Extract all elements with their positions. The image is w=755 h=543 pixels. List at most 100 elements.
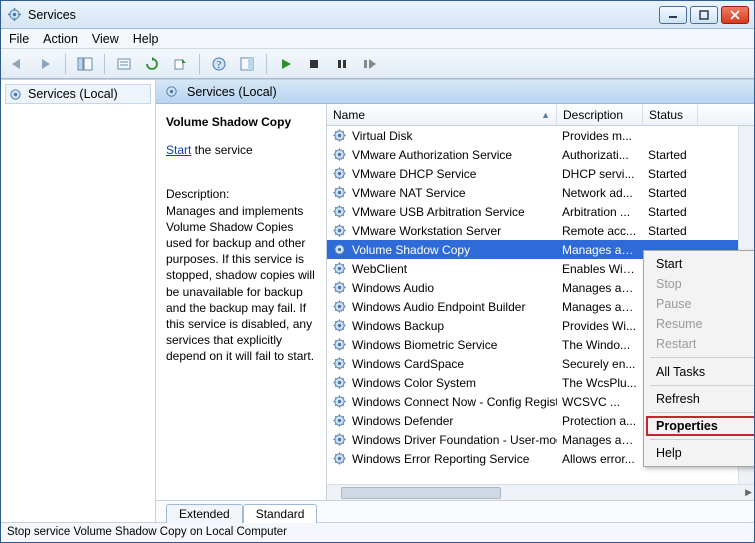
service-desc: Manages au... [557,281,643,295]
service-desc: The WcsPlu... [557,376,643,390]
ctx-pause: Pause [646,294,754,314]
service-name: Volume Shadow Copy [352,243,470,257]
service-desc: DHCP servi... [557,167,643,181]
ctx-all-tasks[interactable]: All Tasks▸ [646,361,754,382]
maximize-button[interactable] [690,6,718,24]
properties-toolbar-button[interactable] [113,53,135,75]
service-desc: Provides Wi... [557,319,643,333]
service-name: Windows Defender [352,414,453,428]
ctx-properties[interactable]: Properties [646,416,754,436]
app-icon [7,7,22,22]
service-icon [332,166,347,181]
service-info-panel: Volume Shadow Copy Start the service Des… [156,104,326,500]
service-status: Started [643,205,698,219]
menu-file[interactable]: File [9,32,29,46]
menu-help[interactable]: Help [133,32,159,46]
service-icon [332,204,347,219]
service-desc: Enables Win... [557,262,643,276]
pause-service-button[interactable] [331,53,353,75]
service-name: Windows Connect Now - Config Registrar [352,395,557,409]
tree-item-services-local[interactable]: Services (Local) [5,84,151,104]
col-header-name[interactable]: Name▲ [327,104,557,125]
main-body: Services (Local) Services (Local) Volume… [1,79,754,522]
service-name: Windows Driver Foundation - User-mode Dr… [352,433,557,447]
ctx-refresh[interactable]: Refresh [646,389,754,409]
svg-text:?: ? [217,60,222,71]
pane-header: Services (Local) [156,80,754,104]
service-icon [332,394,347,409]
service-row[interactable]: VMware USB Arbitration ServiceArbitratio… [327,202,754,221]
services-window: Services File Action View Help ? [0,0,755,543]
description-text: Manages and implements Volume Shadow Cop… [166,203,320,365]
close-button[interactable] [721,6,749,24]
service-name: VMware Workstation Server [352,224,501,238]
service-row[interactable]: Virtual Disk Provides m... [327,126,754,145]
col-header-description[interactable]: Description [557,104,643,125]
service-status: Started [643,148,698,162]
action-pane-button[interactable] [236,53,258,75]
tree-item-label: Services (Local) [28,87,118,101]
ctx-start[interactable]: Start [646,254,754,274]
service-icon [332,413,347,428]
service-icon [332,185,347,200]
context-menu: Start Stop Pause Resume Restart All Task… [643,250,754,467]
statusbar: Stop service Volume Shadow Copy on Local… [1,522,754,542]
ctx-stop: Stop [646,274,754,294]
service-desc: Provides m... [557,129,643,143]
col-header-status[interactable]: Status [643,104,698,125]
service-desc: Arbitration ... [557,205,643,219]
service-icon [332,128,347,143]
console-tree: Services (Local) [1,80,156,522]
service-desc: Manages and... [557,433,643,447]
service-icon [332,261,347,276]
show-hide-tree-button[interactable] [74,53,96,75]
service-row[interactable]: VMware DHCP Service DHCP servi...Started [327,164,754,183]
start-service-button[interactable] [275,53,297,75]
minimize-button[interactable] [659,6,687,24]
toolbar: ? [1,49,754,79]
service-icon [332,147,347,162]
service-icon [332,432,347,447]
start-suffix: the service [191,143,252,157]
start-service-link[interactable]: Start [166,143,191,157]
service-status: Started [643,167,698,181]
export-list-button[interactable] [169,53,191,75]
menu-view[interactable]: View [92,32,119,46]
help-toolbar-button[interactable]: ? [208,53,230,75]
service-icon [332,299,347,314]
service-row[interactable]: VMware Authorization ServiceAuthorizati.… [327,145,754,164]
service-name: Windows Color System [352,376,476,390]
service-name: VMware DHCP Service [352,167,476,181]
ctx-resume: Resume [646,314,754,334]
ctx-help[interactable]: Help [646,443,754,463]
service-icon [332,375,347,390]
forward-button[interactable] [35,53,57,75]
service-icon [332,280,347,295]
service-desc: Network ad... [557,186,643,200]
refresh-toolbar-button[interactable] [141,53,163,75]
service-icon [332,337,347,352]
service-desc: Securely en... [557,357,643,371]
restart-service-button[interactable] [359,53,381,75]
pane-header-label: Services (Local) [187,85,277,99]
menu-action[interactable]: Action [43,32,78,46]
service-name: Windows Error Reporting Service [352,452,529,466]
service-icon [332,318,347,333]
service-status: Started [643,224,698,238]
horizontal-scrollbar[interactable]: ▶ [327,484,754,500]
back-button[interactable] [7,53,29,75]
stop-service-button[interactable] [303,53,325,75]
window-title: Services [28,8,76,22]
service-name: Windows Audio Endpoint Builder [352,300,525,314]
tab-standard[interactable]: Standard [243,504,318,523]
service-name: Virtual Disk [352,129,412,143]
tab-extended[interactable]: Extended [166,504,243,523]
service-name: Windows Audio [352,281,434,295]
service-row[interactable]: VMware Workstation Server Remote acc...St… [327,221,754,240]
service-desc: Remote acc... [557,224,643,238]
service-desc: Protection a... [557,414,643,428]
service-icon [332,242,347,257]
details-pane: Services (Local) Volume Shadow Copy Star… [156,80,754,522]
service-row[interactable]: VMware NAT ServiceNetwork ad...Started [327,183,754,202]
service-name: VMware Authorization Service [352,148,512,162]
